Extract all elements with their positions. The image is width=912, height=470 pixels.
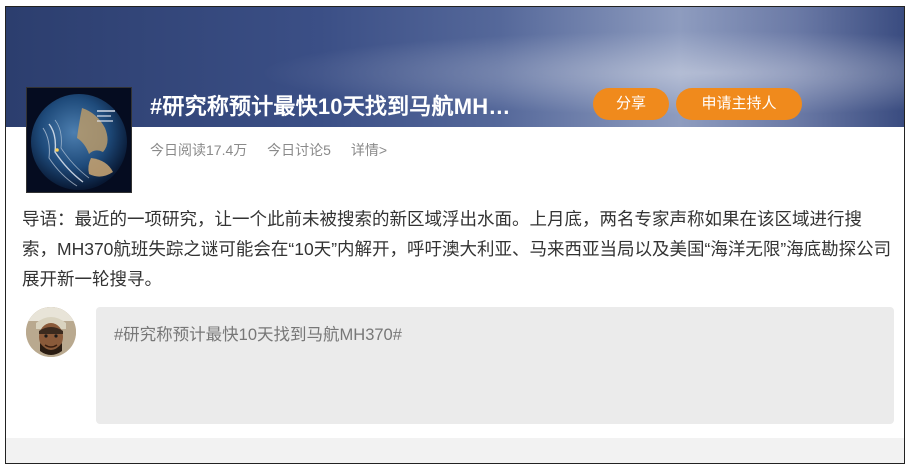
topic-title: #研究称预计最快10天找到马航MH… <box>150 94 511 119</box>
today-reads: 今日阅读17.4万 <box>150 142 248 158</box>
topic-page: #研究称预计最快10天找到马航MH… 分享 申请主持人 今日阅读17.4万 今日… <box>5 6 905 464</box>
user-avatar <box>26 307 76 357</box>
details-link[interactable]: 详情> <box>351 142 387 158</box>
apply-host-button[interactable]: 申请主持人 <box>676 88 802 120</box>
topic-thumbnail-globe-image <box>26 87 132 193</box>
share-button[interactable]: 分享 <box>593 88 669 120</box>
comment-prefilled-text: #研究称预计最快10天找到马航MH370# <box>114 326 402 344</box>
topic-stats: 今日阅读17.4万 今日讨论5 详情> <box>150 140 403 160</box>
today-discussions: 今日讨论5 <box>267 142 331 158</box>
comment-input[interactable]: #研究称预计最快10天找到马航MH370# <box>96 307 894 424</box>
footer-divider <box>6 438 904 463</box>
topic-intro: 导语：最近的一项研究，让一个此前未被搜索的新区域浮出水面。上月底，两名专家声称如… <box>22 209 892 289</box>
